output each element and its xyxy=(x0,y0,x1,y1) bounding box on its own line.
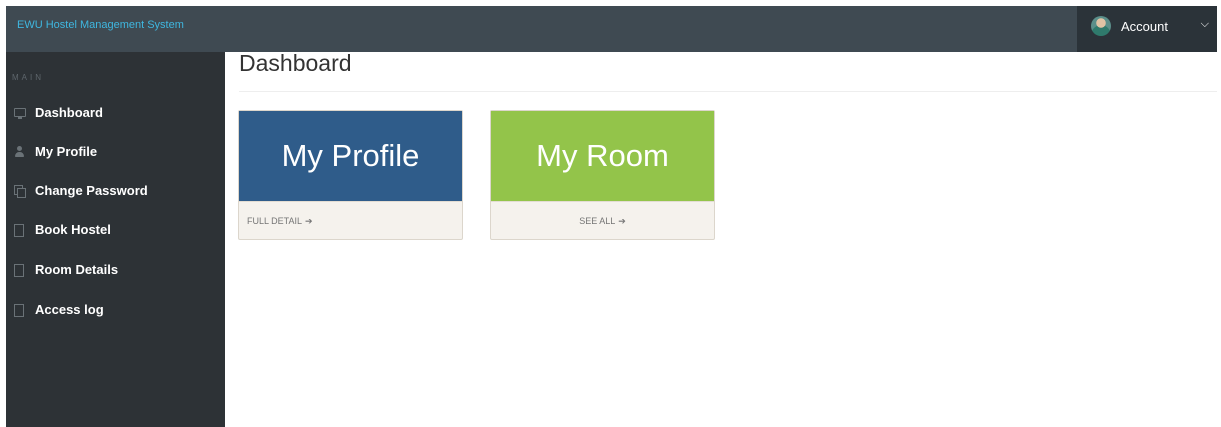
avatar[interactable] xyxy=(1091,16,1111,36)
file-icon xyxy=(14,224,24,237)
file-icon xyxy=(14,264,24,277)
sidebar-item-room-details[interactable]: Room Details xyxy=(6,256,225,286)
title-divider xyxy=(239,91,1217,92)
arrow-right-icon: ➔ xyxy=(305,216,313,226)
sidebar-item-label: Book Hostel xyxy=(35,222,111,237)
card-link-label[interactable]: FULL DETAIL xyxy=(247,216,302,226)
see-all-link[interactable]: SEE ALL ➔ xyxy=(491,216,714,227)
copy-icon xyxy=(14,185,26,198)
top-navbar: EWU Hostel Management System Account ⌵ xyxy=(6,6,1217,52)
sidebar-item-dashboard[interactable]: Dashboard xyxy=(6,99,225,129)
sidebar-item-my-profile[interactable]: My Profile xyxy=(6,138,225,168)
sidebar-item-book-hostel[interactable]: Book Hostel xyxy=(6,216,225,246)
monitor-icon xyxy=(14,108,26,119)
page-title: Dashboard xyxy=(239,50,352,76)
my-room-card[interactable]: My Room SEE ALL ➔ xyxy=(490,110,715,240)
chevron-down-icon[interactable]: ⌵ xyxy=(1201,18,1209,31)
user-icon xyxy=(14,146,26,158)
card-title[interactable]: My Profile xyxy=(239,111,462,201)
sidebar-item-label: Dashboard xyxy=(35,105,103,120)
full-detail-link[interactable]: FULL DETAIL ➔ xyxy=(247,216,313,227)
account-label[interactable]: Account xyxy=(1121,19,1168,34)
sidebar-item-label: My Profile xyxy=(35,144,98,159)
account-menu[interactable]: Account ⌵ xyxy=(1077,6,1217,52)
arrow-right-icon: ➔ xyxy=(618,216,626,226)
sidebar-item-change-password[interactable]: Change Password xyxy=(6,177,225,207)
app-window: EWU Hostel Management System Account ⌵ M… xyxy=(6,6,1217,427)
sidebar-item-label: Access log xyxy=(35,302,104,317)
card-footer[interactable]: SEE ALL ➔ xyxy=(491,201,714,240)
sidebar-section-label: MAIN xyxy=(12,73,44,82)
card-footer[interactable]: FULL DETAIL ➔ xyxy=(239,201,462,240)
card-title[interactable]: My Room xyxy=(491,111,714,201)
sidebar-item-label: Room Details xyxy=(35,262,119,277)
file-icon xyxy=(14,304,24,317)
my-profile-card[interactable]: My Profile FULL DETAIL ➔ xyxy=(238,110,463,240)
sidebar-item-label: Change Password xyxy=(35,183,148,198)
sidebar: MAIN Dashboard My Profile Change Passwor… xyxy=(6,52,225,427)
card-link-label[interactable]: SEE ALL xyxy=(579,216,615,226)
app-brand[interactable]: EWU Hostel Management System xyxy=(17,19,184,31)
sidebar-item-access-log[interactable]: Access log xyxy=(6,296,225,326)
